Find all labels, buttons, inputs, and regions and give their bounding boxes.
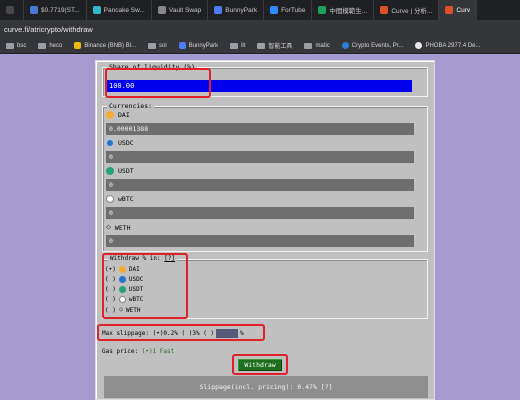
slippage-info-bar: Slippage(incl. pricing): 0.47% [?] (104, 376, 428, 398)
withdraw-panel: Share of liquidity (%) 100.00 Currencies… (95, 60, 435, 400)
tab-favicon-icon (214, 6, 223, 14)
binance-icon (74, 42, 82, 49)
gas-option-fast[interactable]: (•)1 Fast (142, 348, 175, 355)
bookmark-item[interactable]: lit (224, 42, 251, 49)
tab-favicon-icon (30, 6, 38, 14)
currency-input-usdc[interactable]: 0 (106, 151, 414, 163)
usdc-icon (106, 139, 114, 147)
currency-label-weth: ⬦ WETH (106, 223, 131, 232)
browser-tab[interactable]: BunnyPark (208, 0, 265, 20)
currency-input-dai[interactable]: 0.00001388 (106, 123, 414, 135)
currency-label-usdc: USDC (106, 139, 134, 147)
tab-favicon-icon (270, 6, 279, 14)
tab-favicon-icon (6, 6, 14, 14)
bookmark-item[interactable]: sol (142, 42, 173, 49)
currency-input-weth[interactable]: 0 (106, 235, 414, 247)
tab-favicon-icon (92, 6, 101, 14)
browser-tab-bar: $0.7719(ST... Pancake Sw... Vault Swap B… (0, 0, 520, 20)
bookmark-item[interactable]: heco (32, 42, 68, 49)
folder-icon (148, 42, 157, 49)
currencies-legend: Currencies: (107, 102, 155, 110)
gas-price-row: Gas price: (•)1 Fast (102, 348, 174, 355)
currency-label-wbtc: wBTC (106, 195, 134, 203)
browser-tab[interactable]: $0.7719(ST... (24, 0, 87, 20)
currency-input-wbtc[interactable]: 0 (106, 207, 414, 219)
bunnypark-icon (178, 42, 186, 49)
tab-favicon-icon (318, 6, 327, 14)
browser-tab[interactable]: ForTube (264, 0, 313, 20)
currency-label-usdt: USDT (106, 167, 134, 175)
currency-label-dai: DAI (106, 111, 130, 119)
currency-input-usdt[interactable]: 0 (106, 179, 414, 191)
browser-tab[interactable] (0, 0, 24, 20)
crypto-events-icon (341, 42, 349, 49)
folder-icon (304, 42, 313, 49)
bookmarks-bar: bsc heco Binance (BNB) Bl... sol BunnyPa… (0, 38, 520, 54)
bookmark-item[interactable]: BunnyPark (173, 42, 224, 49)
address-bar[interactable]: curve.fi/atricrypto/withdraw (0, 20, 520, 38)
usdt-icon (106, 167, 114, 175)
browser-tab[interactable]: Pancake Sw... (87, 0, 152, 20)
bookmark-item[interactable]: Binance (BNB) Bl... (68, 42, 142, 49)
highlight-max-slippage (97, 324, 265, 341)
highlight-share (105, 68, 211, 98)
folder-icon (257, 42, 266, 49)
folder-icon (230, 42, 239, 49)
highlight-withdraw-in (102, 253, 188, 319)
browser-tab[interactable]: Vault Swap (152, 0, 209, 20)
bookmark-item[interactable]: PHOBA 2977.4 De... (409, 42, 486, 49)
weth-icon: ⬦ (106, 223, 111, 231)
folder-icon (6, 42, 14, 49)
folder-icon (38, 42, 47, 49)
phoba-icon (415, 42, 423, 49)
dai-icon (106, 111, 114, 119)
url-text[interactable]: curve.fi/atricrypto/withdraw (4, 25, 93, 34)
browser-tab-active[interactable]: Curv (439, 0, 478, 20)
browser-tab[interactable]: Curve | 分析... (374, 0, 440, 20)
gas-price-label: Gas price: (102, 348, 139, 355)
tab-favicon-icon (380, 6, 389, 14)
bookmark-item[interactable]: Crypto Events, Pr... (336, 42, 410, 49)
bookmark-item[interactable]: 智能工具 (251, 41, 298, 50)
tab-favicon-icon (445, 6, 454, 14)
bookmark-item[interactable]: bsc (0, 42, 32, 49)
bookmark-item[interactable]: matic (298, 42, 335, 49)
tab-favicon-icon (157, 6, 166, 14)
wbtc-icon (106, 195, 114, 203)
browser-tab[interactable]: 中間模範生... (312, 0, 375, 20)
highlight-withdraw-button (232, 354, 288, 375)
